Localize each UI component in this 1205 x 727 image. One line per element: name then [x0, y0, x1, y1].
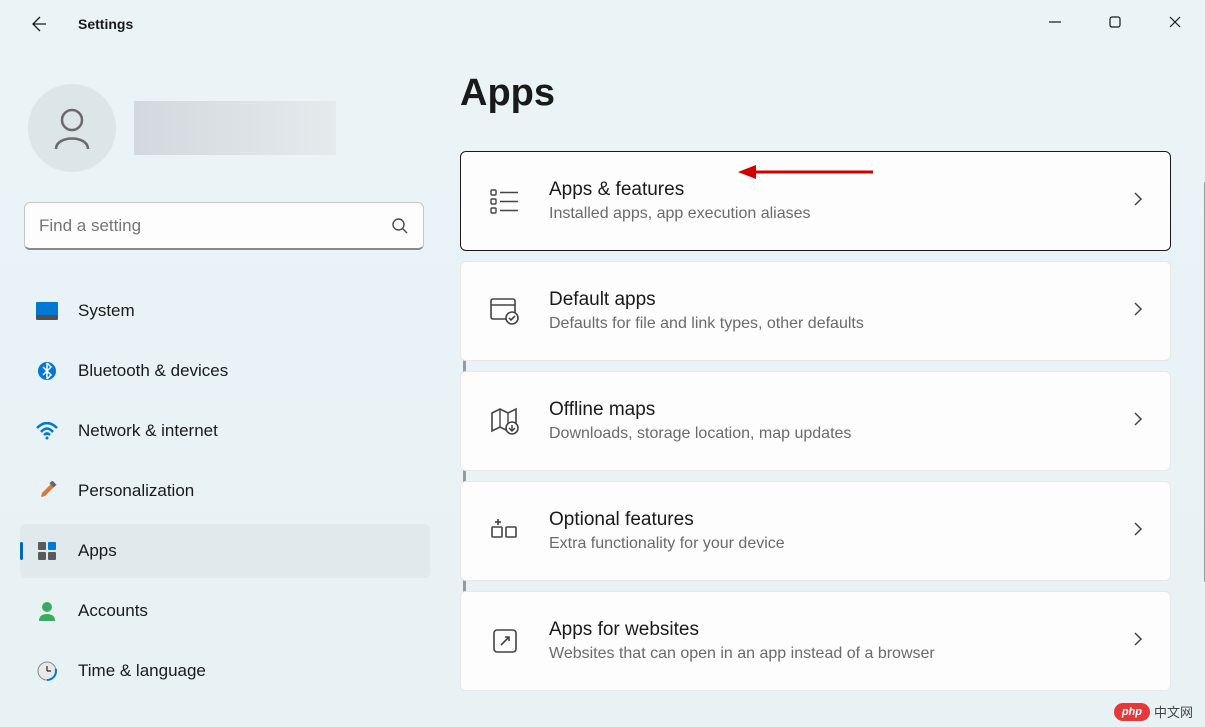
window-controls [1025, 0, 1205, 44]
settings-item-optional-features[interactable]: Optional features Extra functionality fo… [460, 481, 1171, 581]
map-icon [489, 405, 521, 437]
watermark-badge: php [1114, 703, 1150, 721]
item-desc: Extra functionality for your device [549, 535, 1132, 553]
chevron-right-icon [1132, 411, 1144, 432]
item-desc: Downloads, storage location, map updates [549, 425, 1132, 443]
sidebar: System Bluetooth & devices Network & int… [20, 48, 460, 727]
system-icon [36, 300, 58, 322]
user-section[interactable] [20, 84, 460, 172]
settings-list: Apps & features Installed apps, app exec… [460, 151, 1171, 691]
person-icon [36, 600, 58, 622]
item-text: Offline maps Downloads, storage location… [549, 399, 1132, 443]
bluetooth-icon [36, 360, 58, 382]
titlebar: Settings [0, 0, 1205, 48]
avatar [28, 84, 116, 172]
watermark: php 中文网 [1114, 702, 1193, 721]
settings-item-apps-websites[interactable]: Apps for websites Websites that can open… [460, 591, 1171, 691]
close-button[interactable] [1145, 0, 1205, 44]
sidebar-item-label: Apps [78, 541, 117, 561]
watermark-text: 中文网 [1154, 702, 1193, 721]
brush-icon [36, 480, 58, 502]
content: System Bluetooth & devices Network & int… [0, 48, 1205, 727]
page-title: Apps [460, 72, 1171, 115]
sidebar-item-apps[interactable]: Apps [20, 524, 430, 578]
sidebar-item-personalization[interactable]: Personalization [20, 464, 430, 518]
wifi-icon [36, 420, 58, 442]
chevron-right-icon [1132, 521, 1144, 542]
item-text: Optional features Extra functionality fo… [549, 509, 1132, 553]
search-input[interactable] [39, 216, 391, 236]
chevron-right-icon [1132, 191, 1144, 212]
nav-list: System Bluetooth & devices Network & int… [20, 284, 430, 698]
apps-icon [36, 540, 58, 562]
sidebar-item-system[interactable]: System [20, 284, 430, 338]
item-desc: Installed apps, app execution aliases [549, 205, 1132, 223]
optional-features-icon [489, 515, 521, 547]
chevron-right-icon [1132, 301, 1144, 322]
sidebar-item-label: Network & internet [78, 421, 218, 441]
sidebar-item-bluetooth[interactable]: Bluetooth & devices [20, 344, 430, 398]
settings-item-offline-maps[interactable]: Offline maps Downloads, storage location… [460, 371, 1171, 471]
item-title: Offline maps [549, 399, 1132, 421]
item-title: Apps for websites [549, 619, 1132, 641]
websites-icon [489, 625, 521, 657]
sidebar-item-accounts[interactable]: Accounts [20, 584, 430, 638]
maximize-button[interactable] [1085, 0, 1145, 44]
item-title: Default apps [549, 289, 1132, 311]
sidebar-item-time-language[interactable]: Time & language [20, 644, 430, 698]
back-arrow-icon [28, 14, 48, 34]
sidebar-item-label: Time & language [78, 661, 206, 681]
back-button[interactable] [18, 4, 58, 44]
chevron-right-icon [1132, 631, 1144, 652]
search-icon [391, 217, 409, 235]
app-title: Settings [78, 16, 133, 32]
minimize-icon [1048, 15, 1062, 29]
item-text: Apps for websites Websites that can open… [549, 619, 1132, 663]
person-icon [49, 105, 95, 151]
search-box[interactable] [24, 202, 424, 250]
main: Apps Apps & features Installed apps, app… [460, 48, 1205, 727]
close-icon [1168, 15, 1182, 29]
default-apps-icon [489, 295, 521, 327]
item-title: Optional features [549, 509, 1132, 531]
sidebar-item-label: Bluetooth & devices [78, 361, 228, 381]
item-title: Apps & features [549, 179, 1132, 201]
item-text: Default apps Defaults for file and link … [549, 289, 1132, 333]
settings-item-apps-features[interactable]: Apps & features Installed apps, app exec… [460, 151, 1171, 251]
item-desc: Defaults for file and link types, other … [549, 315, 1132, 333]
sidebar-item-label: System [78, 301, 135, 321]
item-text: Apps & features Installed apps, app exec… [549, 179, 1132, 223]
apps-list-icon [489, 185, 521, 217]
maximize-icon [1108, 15, 1122, 29]
item-desc: Websites that can open in an app instead… [549, 645, 1132, 663]
settings-item-default-apps[interactable]: Default apps Defaults for file and link … [460, 261, 1171, 361]
sidebar-item-label: Accounts [78, 601, 148, 621]
minimize-button[interactable] [1025, 0, 1085, 44]
sidebar-item-label: Personalization [78, 481, 194, 501]
sidebar-item-network[interactable]: Network & internet [20, 404, 430, 458]
clock-icon [36, 660, 58, 682]
user-name [134, 101, 336, 155]
